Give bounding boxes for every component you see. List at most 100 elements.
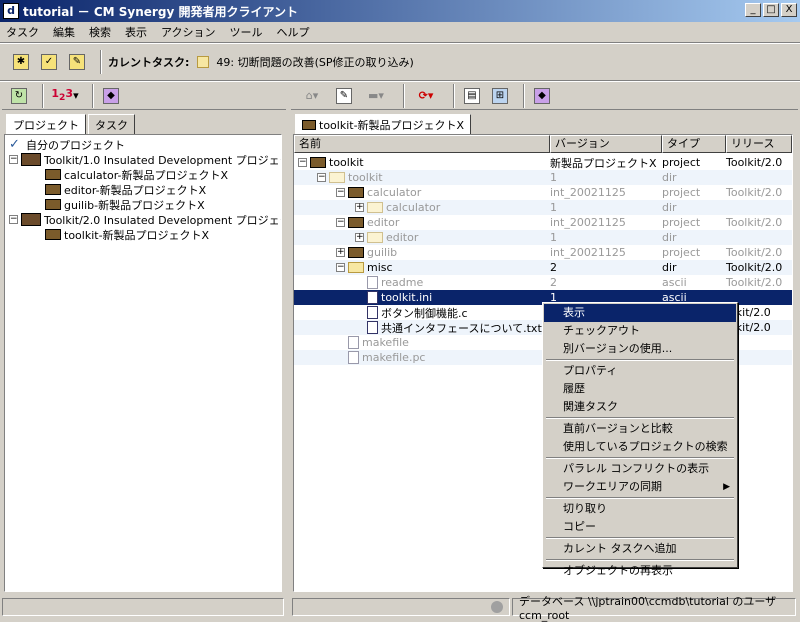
context-menu-item[interactable]: チェックアウト (544, 322, 736, 340)
tree-item[interactable]: ✓ 自分のプロジェクト (5, 137, 281, 152)
object-type: dir (662, 171, 677, 184)
tree-item[interactable]: calculator-新製品プロジェクトX (5, 167, 281, 182)
left-pane: ↻ 123 ▾ ◆ プロジェクト タスク ✓ 自分のプロジェクト − Toolkit/1… (2, 82, 286, 594)
context-menu-item[interactable]: 表示 (544, 304, 736, 322)
complete-task-icon[interactable]: ✓ (38, 51, 60, 73)
toolbar-separator (403, 83, 405, 108)
object-name: toolkit (348, 171, 383, 184)
eraser-icon[interactable]: ◆ (100, 85, 122, 107)
collapse-icon[interactable]: − (9, 215, 18, 224)
context-menu-item[interactable]: コピー (544, 518, 736, 536)
menu-item[interactable]: 検索 (89, 24, 111, 40)
collapse-icon[interactable]: − (9, 155, 18, 164)
properties-icon[interactable]: ▤ (461, 85, 483, 107)
edit-file-icon[interactable]: ✎ (333, 85, 355, 107)
table-row[interactable]: − calculator int_20021125 project Toolkit/2.… (294, 185, 792, 200)
tree-item[interactable]: toolkit-新製品プロジェクトX (5, 227, 281, 242)
tree-item[interactable]: − Toolkit/2.0 Insulated Development プロジェク… (5, 212, 281, 227)
new-task-icon[interactable]: ✱ (10, 51, 32, 73)
tree-item[interactable]: guilib-新製品プロジェクトX (5, 197, 281, 212)
menu-item[interactable]: ヘルプ (276, 24, 309, 40)
column-header-version[interactable]: バージョン (550, 135, 662, 153)
context-menu-item[interactable]: ワークエリアの同期 ▶ (544, 478, 736, 496)
tree-item[interactable]: − Toolkit/1.0 Insulated Development プロジェク… (5, 152, 281, 167)
context-menu-item[interactable]: プロパティ (544, 362, 736, 380)
object-version: 1 (550, 231, 557, 244)
tree-item-label: calculator-新製品プロジェクトX (64, 168, 229, 182)
column-header-name[interactable]: 名前 (294, 135, 550, 153)
context-menu-item[interactable]: カレント タスクへ追加 (544, 540, 736, 558)
table-row[interactable]: readme 2 ascii Toolkit/2.0 (294, 275, 792, 290)
maximize-button[interactable]: □ (763, 3, 779, 17)
grid-header: 名前 バージョン タイプ リリース (294, 135, 792, 153)
collapse-icon[interactable]: − (317, 173, 326, 182)
current-task-text: 49: 切断問題の改善(SP修正の取り込み) (216, 56, 414, 69)
table-row[interactable]: − misc 2 dir Toolkit/2.0 (294, 260, 792, 275)
car-dropdown-icon[interactable]: ▬▾ (361, 85, 391, 107)
menu-item[interactable]: ツール (229, 24, 262, 40)
context-menu-item[interactable]: 履歴 (544, 380, 736, 398)
column-header-release[interactable]: リリース (726, 135, 792, 153)
eraser-icon[interactable]: ◆ (531, 85, 553, 107)
context-menu-label: 別バージョンの使用... (563, 342, 673, 355)
collapse-icon[interactable]: − (336, 263, 345, 272)
object-name: readme (381, 276, 424, 289)
tree-item-label: guilib-新製品プロジェクトX (64, 198, 205, 212)
object-name: toolkit (329, 156, 364, 169)
close-button[interactable]: X (781, 3, 797, 17)
context-menu-item[interactable]: 別バージョンの使用... (544, 340, 736, 358)
table-row[interactable]: + guilib int_20021125 project Toolkit/2.0 (294, 245, 792, 260)
project-tree[interactable]: ✓ 自分のプロジェクト − Toolkit/1.0 Insulated Develop… (4, 134, 282, 592)
hierarchy-icon[interactable]: ⊞ (489, 85, 511, 107)
object-version: int_20021125 (550, 216, 626, 229)
tree-item[interactable]: editor-新製品プロジェクトX (5, 182, 281, 197)
context-menu-item[interactable]: 直前バージョンと比較 (544, 420, 736, 438)
menu-item[interactable]: 編集 (53, 24, 75, 40)
object-name: makefile.pc (362, 351, 426, 364)
project-icon (45, 229, 61, 240)
task-properties-icon[interactable]: ✎ (66, 51, 88, 73)
status-progress (292, 598, 510, 616)
table-row[interactable]: − toolkit 新製品プロジェクトX project Toolkit/2.0 (294, 155, 792, 170)
task-icon (197, 56, 210, 68)
menu-item[interactable]: タスク (6, 24, 39, 40)
table-row[interactable]: − editor int_20021125 project Toolkit/2.0 (294, 215, 792, 230)
folder-icon (329, 172, 345, 183)
collapse-icon[interactable]: − (336, 218, 345, 227)
project-icon (302, 119, 316, 130)
refresh-icon[interactable]: ↻ (8, 85, 30, 107)
context-menu-item[interactable]: 使用しているプロジェクトの検索 (544, 438, 736, 456)
object-name: calculator (386, 201, 441, 214)
expand-icon[interactable]: + (355, 233, 364, 242)
menu-separator (546, 497, 734, 499)
tab-tasks[interactable]: タスク (88, 114, 135, 134)
object-name: editor (386, 231, 419, 244)
collapse-icon[interactable]: − (298, 158, 307, 167)
menu-item[interactable]: アクション (161, 24, 215, 40)
tab-projects[interactable]: プロジェクト (6, 114, 86, 134)
current-task-value[interactable]: 49: 切断問題の改善(SP修正の取り込み) (197, 54, 414, 70)
context-menu-item[interactable]: パラレル コンフリクトの表示 (544, 460, 736, 478)
context-menu-item[interactable]: 切り取り (544, 500, 736, 518)
object-release: Toolkit/2.0 (726, 261, 783, 274)
tab-toolkit-project[interactable]: toolkit-新製品プロジェクトX (295, 114, 472, 134)
left-tabs: プロジェクト タスク (2, 114, 286, 134)
expand-icon[interactable]: + (336, 248, 345, 257)
numbering-dropdown-icon[interactable]: 123 ▾ (50, 85, 80, 107)
sync-dropdown-icon[interactable]: ⟳▾ (411, 85, 441, 107)
minimize-button[interactable]: _ (745, 3, 761, 17)
collapse-icon[interactable]: − (336, 188, 345, 197)
column-header-type[interactable]: タイプ (662, 135, 726, 153)
table-row[interactable]: − toolkit 1 dir (294, 170, 792, 185)
context-menu-item[interactable]: 関連タスク (544, 398, 736, 416)
object-name: ボタン制御機能.c (381, 306, 468, 320)
table-row[interactable]: + calculator 1 dir (294, 200, 792, 215)
proj-icon (348, 247, 364, 258)
home-dropdown-icon[interactable]: ⌂▾ (297, 85, 327, 107)
context-menu-item[interactable]: オブジェクトの再表示 (544, 562, 736, 580)
menu-item[interactable]: 表示 (125, 24, 147, 40)
expand-icon[interactable]: + (355, 203, 364, 212)
main-toolbar: ✱ ✓ ✎ カレントタスク: 49: 切断問題の改善(SP修正の取り込み) (0, 44, 800, 80)
app-icon[interactable]: d (3, 3, 19, 19)
table-row[interactable]: + editor 1 dir (294, 230, 792, 245)
